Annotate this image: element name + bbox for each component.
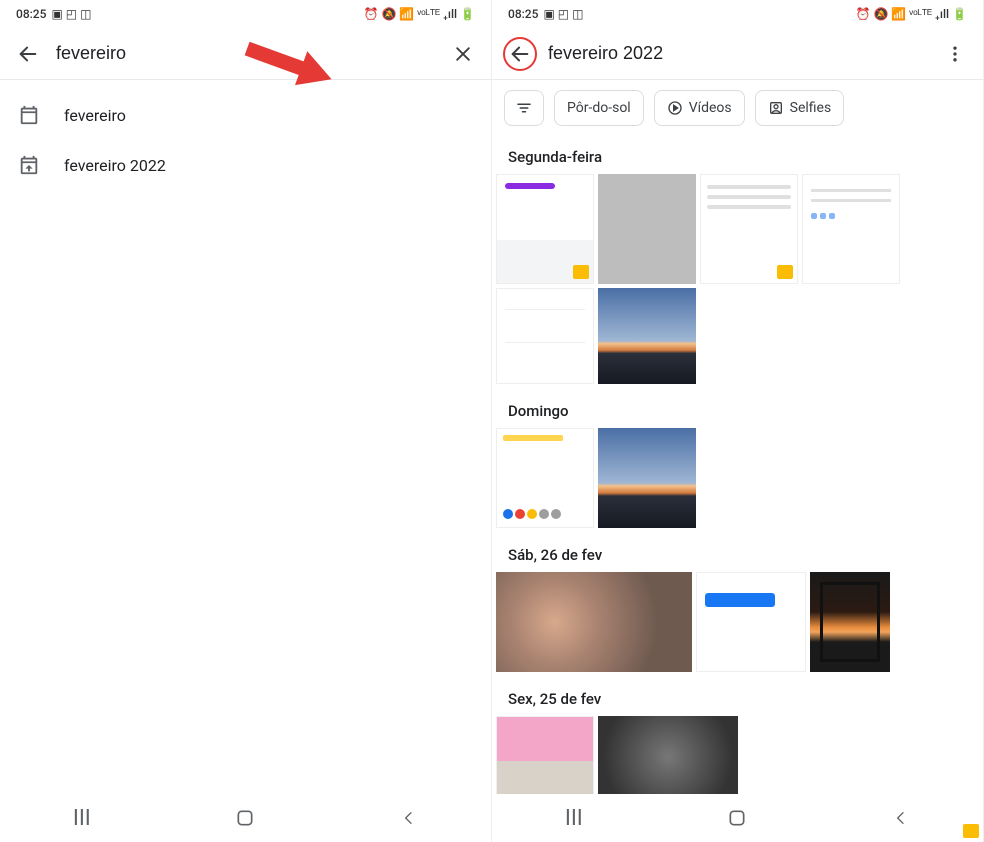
suggestion-row[interactable]: fevereiro 2022 xyxy=(0,140,491,190)
android-nav-bar: III xyxy=(0,794,491,842)
suggestion-label: fevereiro xyxy=(64,106,126,125)
chip-label: Selfies xyxy=(790,100,832,116)
chip-videos[interactable]: Vídeos xyxy=(654,90,745,126)
recents-button[interactable]: III xyxy=(58,806,106,831)
date-group: Sex, 25 de fev xyxy=(492,684,983,794)
date-group: Domingo xyxy=(492,396,983,528)
photo-thumbnail[interactable] xyxy=(802,174,900,284)
photo-thumbnail[interactable] xyxy=(598,428,696,528)
recents-button[interactable]: III xyxy=(550,806,598,831)
photo-thumbnail[interactable] xyxy=(496,572,692,672)
filter-button[interactable] xyxy=(504,90,544,126)
more-button[interactable] xyxy=(939,38,971,70)
photo-thumbnail[interactable] xyxy=(496,716,594,794)
results-area[interactable]: Segunda-feira Domingo xyxy=(492,130,983,794)
search-input[interactable] xyxy=(56,43,435,64)
arrow-left-icon xyxy=(509,43,531,65)
status-bar: 08:25 ▣ ◰ ◫ ⏰ 🔕 📶 ᵛᵒᴸᵀᴱ ₊ıll 🔋 xyxy=(492,0,983,28)
status-left-icons: ▣ ◰ ◫ xyxy=(543,8,583,20)
photo-thumbnail[interactable] xyxy=(696,572,806,672)
home-button[interactable] xyxy=(713,808,761,828)
search-input[interactable] xyxy=(548,43,927,64)
right-screenshot: 08:25 ▣ ◰ ◫ ⏰ 🔕 📶 ᵛᵒᴸᵀᴱ ₊ıll 🔋 Pôr-do-so… xyxy=(492,0,984,842)
back-button[interactable] xyxy=(504,38,536,70)
status-time: 08:25 xyxy=(508,7,538,21)
group-title: Segunda-feira xyxy=(492,142,983,174)
status-right-icons: ⏰ 🔕 📶 ᵛᵒᴸᵀᴱ ₊ıll 🔋 xyxy=(856,8,967,20)
chip-selfies[interactable]: Selfies xyxy=(755,90,845,126)
left-screenshot: 08:25 ▣ ◰ ◫ ⏰ 🔕 📶 ᵛᵒᴸᵀᴱ ₊ıll 🔋 fevereiro… xyxy=(0,0,492,842)
status-left-icons: ▣ ◰ ◫ xyxy=(51,8,91,20)
group-title: Sáb, 26 de fev xyxy=(492,540,983,572)
group-title: Domingo xyxy=(492,396,983,428)
selfie-icon xyxy=(768,100,784,116)
date-group: Sáb, 26 de fev xyxy=(492,540,983,672)
photo-thumbnail[interactable] xyxy=(598,716,738,794)
search-bar xyxy=(492,28,983,80)
status-bar: 08:25 ▣ ◰ ◫ ⏰ 🔕 📶 ᵛᵒᴸᵀᴱ ₊ıll 🔋 xyxy=(0,0,491,28)
back-nav-button[interactable] xyxy=(385,810,433,826)
group-title: Sex, 25 de fev xyxy=(492,684,983,716)
search-suggestions: fevereiro fevereiro 2022 xyxy=(0,80,491,200)
more-vert-icon xyxy=(945,44,965,64)
home-button[interactable] xyxy=(221,808,269,828)
chip-label: Vídeos xyxy=(689,100,732,116)
back-button[interactable] xyxy=(12,38,44,70)
android-nav-bar: III xyxy=(492,794,983,842)
suggestion-label: fevereiro 2022 xyxy=(64,156,166,175)
back-nav-button[interactable] xyxy=(877,810,925,826)
empty-area xyxy=(0,200,491,794)
chip-por-do-sol[interactable]: Pôr-do-sol xyxy=(554,90,644,126)
status-right-icons: ⏰ 🔕 📶 ᵛᵒᴸᵀᴱ ₊ıll 🔋 xyxy=(364,8,475,20)
search-bar xyxy=(0,28,491,80)
photo-thumbnail[interactable] xyxy=(496,288,594,384)
photo-thumbnail[interactable] xyxy=(496,174,594,284)
photo-thumbnail[interactable] xyxy=(598,288,696,384)
suggestion-row[interactable]: fevereiro xyxy=(0,90,491,140)
status-time: 08:25 xyxy=(16,7,46,21)
photo-thumbnail[interactable] xyxy=(810,572,890,672)
photo-thumbnail[interactable] xyxy=(496,428,594,528)
photo-thumbnail[interactable] xyxy=(598,174,696,284)
filter-chips: Pôr-do-sol Vídeos Selfies xyxy=(492,80,983,130)
chip-label: Pôr-do-sol xyxy=(567,100,631,116)
photo-thumbnail[interactable] xyxy=(700,174,798,284)
close-icon xyxy=(453,44,473,64)
calendar-icon xyxy=(18,104,40,126)
date-group: Segunda-feira xyxy=(492,142,983,384)
tune-icon xyxy=(515,99,533,117)
clear-button[interactable] xyxy=(447,38,479,70)
arrow-left-icon xyxy=(17,43,39,65)
play-circle-icon xyxy=(667,100,683,116)
calendar-icon xyxy=(18,154,40,176)
